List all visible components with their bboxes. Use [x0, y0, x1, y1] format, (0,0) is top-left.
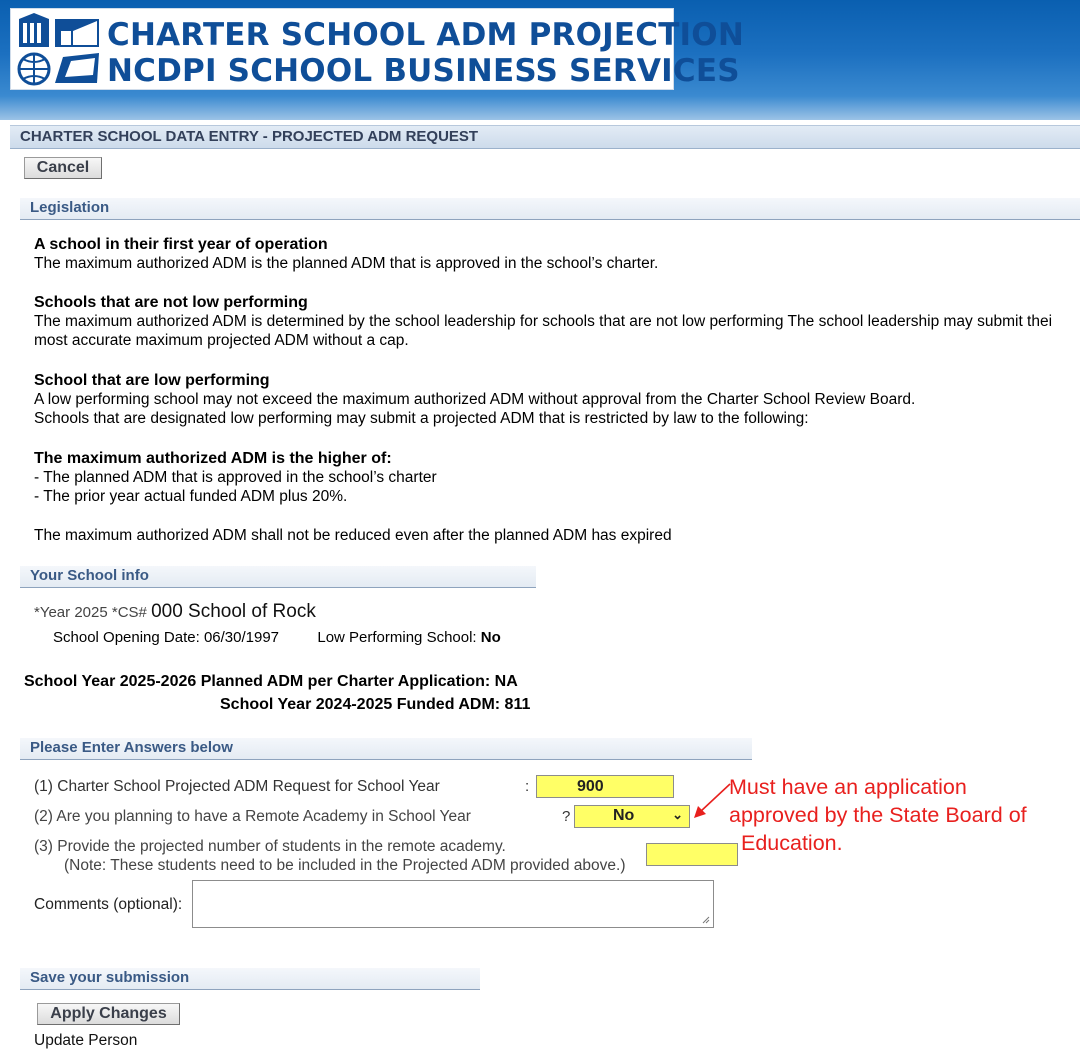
legislation-closing: The maximum authorized ADM shall not be … — [34, 527, 672, 544]
legislation-low: School that are low performing A low per… — [34, 371, 1080, 428]
remote-students-input[interactable] — [646, 843, 738, 866]
higher-title: The maximum authorized ADM is the higher… — [34, 450, 392, 467]
chevron-down-icon: ⌄ — [672, 807, 683, 822]
question-1-colon: : — [525, 778, 530, 795]
low-text-1: A low performing school may not exceed t… — [34, 391, 916, 408]
low-performing-value: No — [480, 629, 501, 646]
not-low-text-2: most accurate maximum projected ADM with… — [34, 332, 409, 349]
low-text-2: Schools that are designated low performi… — [34, 410, 809, 427]
low-performing-label: Low Performing School: — [317, 629, 477, 646]
opening-date-value: 06/30/1997 — [203, 629, 280, 646]
answers-heading: Please Enter Answers below — [20, 738, 752, 760]
low-title: School that are low performing — [34, 372, 270, 389]
apply-changes-button[interactable]: Apply Changes — [37, 1003, 180, 1025]
higher-item-1: - The planned ADM that is approved in th… — [34, 469, 437, 486]
question-3-label: (3) Provide the projected number of stud… — [34, 838, 506, 855]
school-name: 000 School of Rock — [151, 601, 316, 622]
question-2-label: (2) Are you planning to have a Remote Ac… — [34, 808, 471, 825]
building-icon — [17, 13, 99, 86]
comments-textarea[interactable] — [192, 880, 714, 928]
opening-date-label: School Opening Date: — [53, 629, 200, 646]
annotation-line-1: Must have an application — [729, 775, 967, 799]
cancel-button[interactable]: Cancel — [24, 157, 102, 179]
resize-grip-icon[interactable] — [702, 916, 710, 924]
not-low-text-1: The maximum authorized ADM is determined… — [34, 313, 1053, 330]
year-value: 2025 — [74, 604, 108, 621]
funded-adm-label: School Year 2024-2025 Funded ADM: — [220, 696, 501, 713]
legislation-higher-of: The maximum authorized ADM is the higher… — [34, 449, 1080, 506]
page-title: CHARTER SCHOOL DATA ENTRY - PROJECTED AD… — [10, 125, 1080, 149]
funded-adm-row: School Year 2024-2025 Funded ADM: 811 — [220, 696, 530, 714]
question-3-note: (Note: These students need to be include… — [64, 857, 626, 874]
banner-title-line1: CHARTER SCHOOL ADM PROJECTION — [107, 17, 744, 53]
year-label: *Year — [34, 604, 71, 621]
funded-adm-value: 811 — [504, 696, 531, 713]
higher-item-2: - The prior year actual funded ADM plus … — [34, 488, 348, 505]
annotation-line-3: Education. — [741, 831, 843, 855]
legislation-heading: Legislation — [20, 198, 1080, 220]
legislation-not-low: Schools that are not low performing The … — [34, 293, 1080, 350]
legislation-first-year: A school in their first year of operatio… — [34, 235, 1080, 273]
question-2-mark: ? — [562, 808, 571, 825]
first-year-title: A school in their first year of operatio… — [34, 236, 328, 253]
save-heading: Save your submission — [20, 968, 480, 990]
update-person-label: Update Person — [34, 1032, 138, 1049]
remote-academy-select[interactable]: No ⌄ — [574, 805, 690, 828]
banner-title-line2: NCDPI SCHOOL BUSINESS SERVICES — [107, 53, 740, 89]
not-low-title: Schools that are not low performing — [34, 294, 308, 311]
planned-adm-row: School Year 2025-2026 Planned ADM per Ch… — [24, 673, 518, 691]
annotation-line-2: approved by the State Board of — [729, 803, 1027, 827]
school-info-heading: Your School info — [20, 566, 536, 588]
planned-adm-label: School Year 2025-2026 Planned ADM per Ch… — [24, 673, 491, 690]
app-banner: CHARTER SCHOOL ADM PROJECTION NCDPI SCHO… — [0, 0, 1080, 120]
first-year-text: The maximum authorized ADM is the planne… — [34, 255, 659, 272]
school-id-row: *Year 2025 *CS# 000 School of Rock — [34, 601, 316, 623]
school-details-row: School Opening Date: 06/30/1997 Low Perf… — [53, 629, 501, 646]
cs-label: *CS# — [111, 604, 147, 621]
comments-label: Comments (optional): — [34, 896, 183, 913]
globe-icon — [17, 52, 51, 86]
question-1-label: (1) Charter School Projected ADM Request… — [34, 778, 440, 795]
planned-adm-value: NA — [494, 673, 518, 690]
banner-logo-box: CHARTER SCHOOL ADM PROJECTION NCDPI SCHO… — [10, 8, 744, 90]
projected-adm-input[interactable]: 900 — [536, 775, 674, 798]
annotation-arrow-icon — [694, 783, 731, 818]
remote-academy-selected: No — [613, 807, 635, 824]
